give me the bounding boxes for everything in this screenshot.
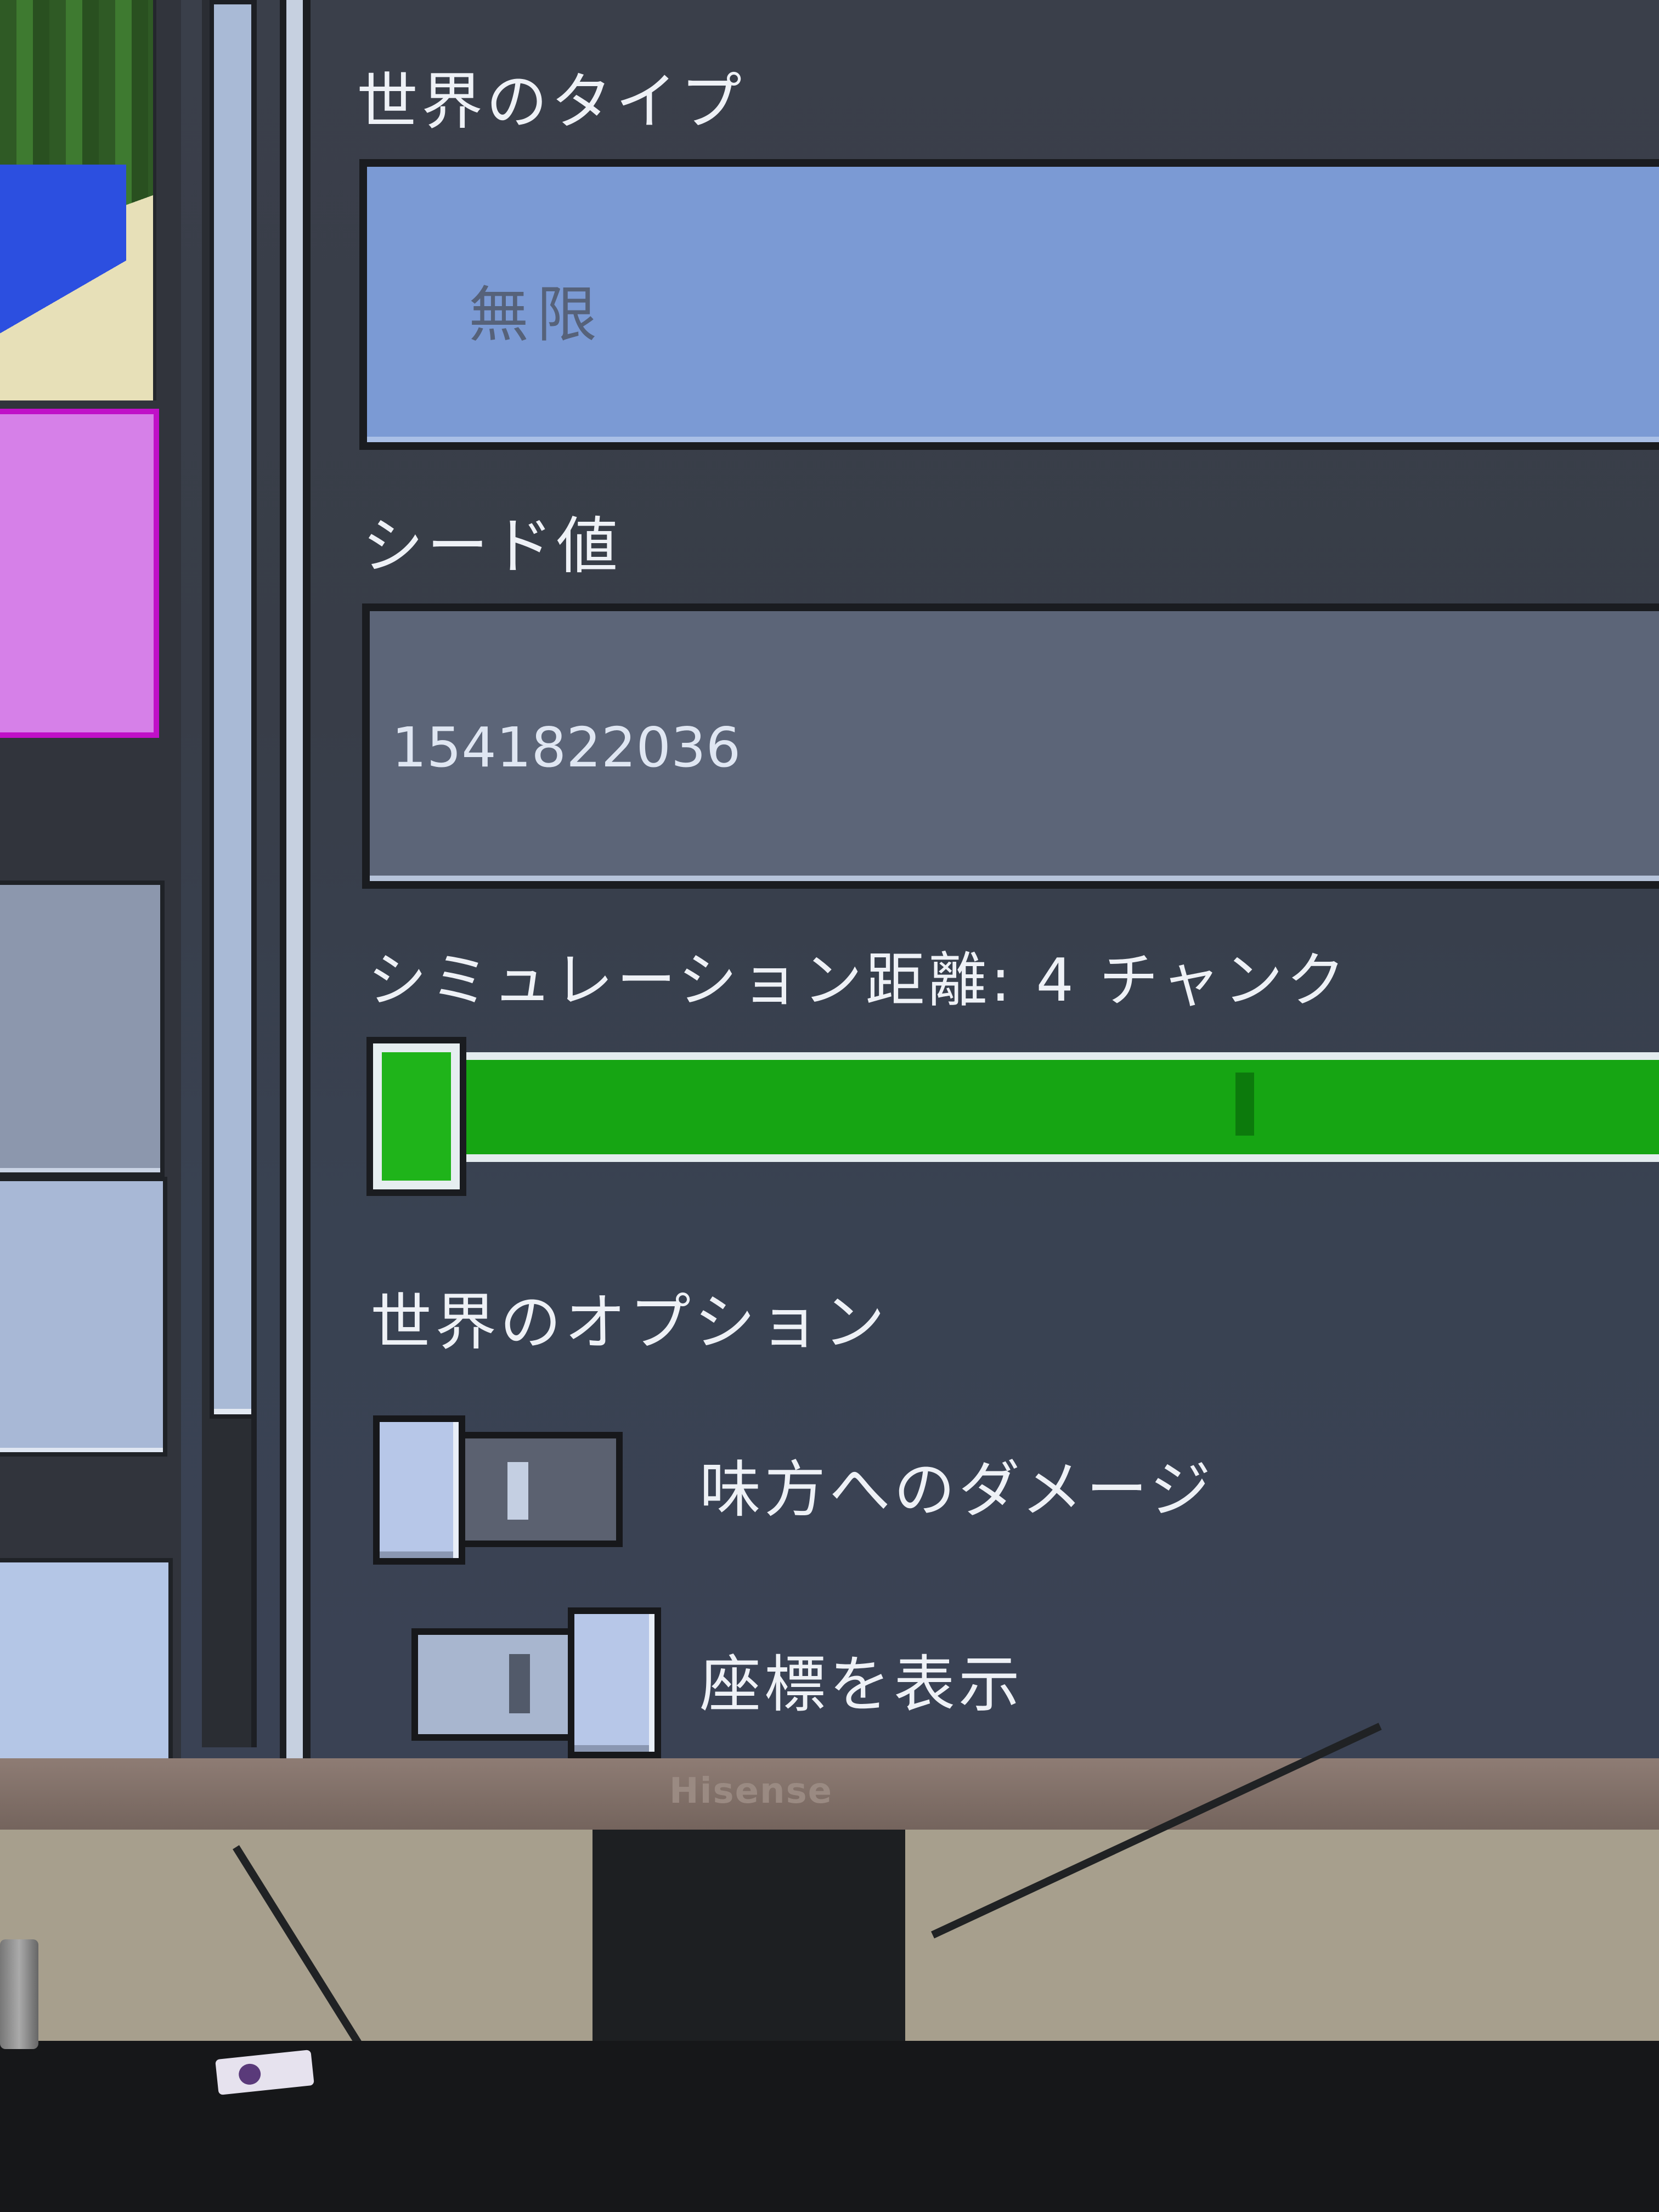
- seed-input[interactable]: 1541822036: [362, 603, 1659, 889]
- show-coordinates-toggle-knob[interactable]: [568, 1607, 661, 1758]
- world-type-label: 世界のタイプ: [357, 66, 745, 138]
- seed-value: 1541822036: [392, 715, 741, 780]
- world-list-item[interactable]: [0, 1558, 173, 1764]
- world-options-heading: 世界のオプション: [370, 1287, 888, 1358]
- world-list-item-selected[interactable]: [0, 409, 159, 738]
- simulation-distance-label: シミュレーション距離: 4 チャンク: [368, 946, 1349, 1015]
- cup: [0, 1939, 38, 2049]
- toggle-indicator-bar: [509, 1654, 530, 1713]
- friendly-fire-label: 味方へのダメージ: [699, 1454, 1215, 1526]
- simulation-distance-slider-handle[interactable]: [366, 1037, 466, 1196]
- show-coordinates-label: 座標を表示: [699, 1649, 1023, 1720]
- scrollbar-thumb[interactable]: [210, 0, 256, 1419]
- world-type-dropdown[interactable]: 無限: [359, 159, 1659, 450]
- show-coordinates-toggle[interactable]: [411, 1628, 582, 1741]
- friendly-fire-toggle-knob[interactable]: [373, 1415, 465, 1565]
- monitor-stand: [592, 1830, 905, 2060]
- world-thumbnail[interactable]: [0, 0, 156, 400]
- panel-divider: [280, 0, 311, 1764]
- simulation-distance-slider[interactable]: [455, 1052, 1659, 1162]
- world-type-value: 無限: [469, 280, 605, 350]
- friendly-fire-toggle[interactable]: [458, 1432, 623, 1547]
- thumbnail-water: [0, 165, 126, 373]
- world-list-sidebar: [0, 0, 181, 1764]
- slider-tick-mark: [1235, 1073, 1254, 1136]
- monitor-brand-logo: Hisense: [669, 1771, 833, 1812]
- world-list-item[interactable]: [0, 881, 165, 1177]
- game-screen: 世界のタイプ 無限 シード値 1541822036 シミュレーション距離: 4 …: [0, 0, 1659, 1764]
- toggle-indicator-bar: [507, 1462, 528, 1520]
- world-list-item[interactable]: [0, 1177, 167, 1457]
- seed-label: シード値: [362, 511, 621, 582]
